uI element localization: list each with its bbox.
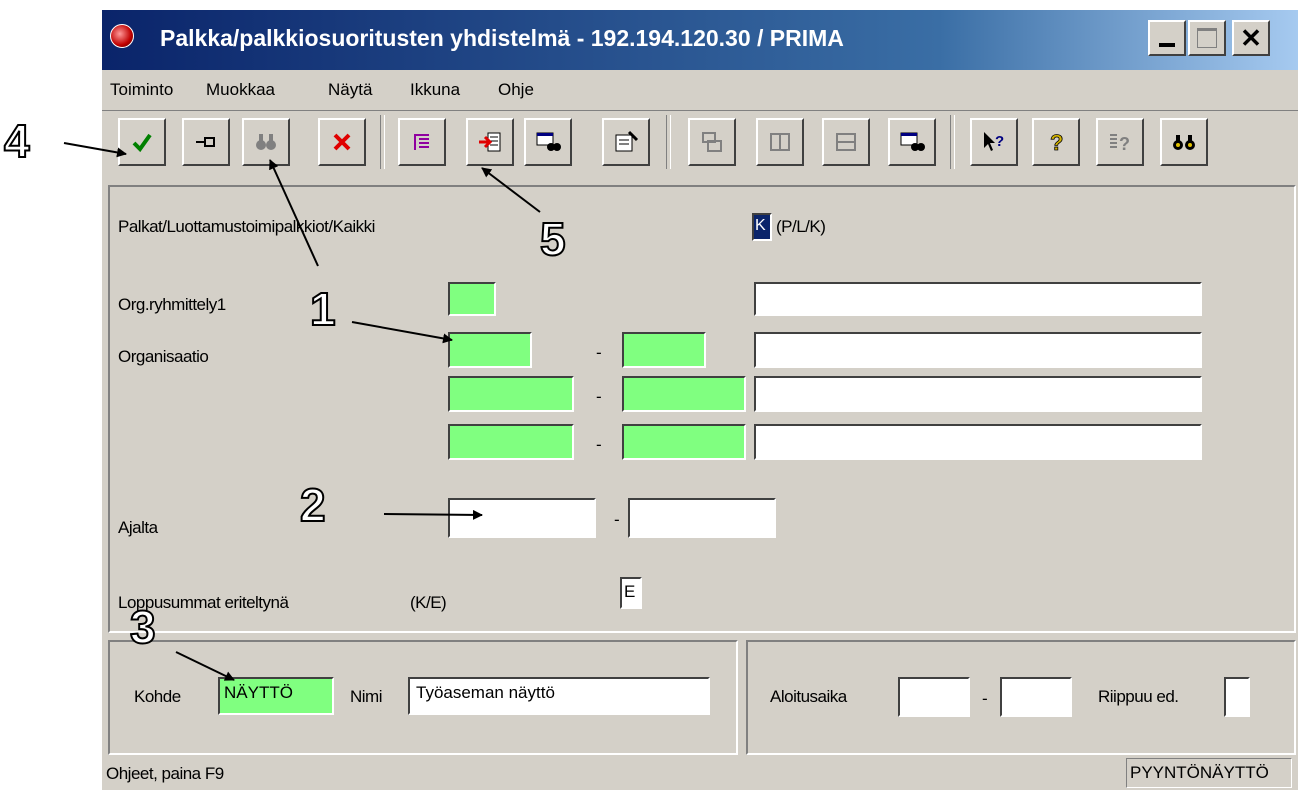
list-button[interactable] bbox=[398, 118, 446, 166]
menu-nayta[interactable]: Näytä bbox=[328, 80, 372, 100]
find-button[interactable] bbox=[1160, 118, 1208, 166]
tile-vertical-icon bbox=[770, 133, 790, 151]
svg-text:?: ? bbox=[995, 133, 1004, 150]
context-help-icon: ? bbox=[984, 132, 1004, 151]
ajalta-to[interactable] bbox=[628, 498, 776, 538]
window-find-button[interactable] bbox=[888, 118, 936, 166]
status-help-text: Ohjeet, paina F9 bbox=[106, 764, 224, 783]
cascade-button[interactable] bbox=[688, 118, 736, 166]
menu-bar: Toiminto Muokkaa Näytä Ikkuna Ohje bbox=[102, 72, 1298, 108]
help-index-icon: ? bbox=[1110, 134, 1130, 154]
organisaatio-name-2[interactable] bbox=[754, 376, 1202, 412]
range-dash: - bbox=[596, 387, 602, 406]
window-title: Palkka/palkkiosuoritusten yhdistelmä - 1… bbox=[160, 25, 844, 51]
accept-button[interactable] bbox=[118, 118, 166, 166]
organisaatio-name[interactable] bbox=[754, 332, 1202, 368]
organisaatio-from[interactable] bbox=[448, 332, 532, 368]
tile-vertical-button[interactable] bbox=[756, 118, 804, 166]
organisaatio-name-3[interactable] bbox=[754, 424, 1202, 460]
status-mode: PYYNTÖNÄYTTÖ bbox=[1126, 758, 1292, 788]
window-search-icon bbox=[536, 132, 561, 151]
palkat-field[interactable]: K bbox=[752, 213, 772, 241]
callout-5: 5 bbox=[539, 213, 567, 265]
kohde-label: Kohde bbox=[134, 687, 181, 706]
organisaatio-to-3[interactable] bbox=[622, 424, 746, 460]
riippuu-label: Riippuu ed. bbox=[1098, 687, 1179, 706]
org-ryhmittely-code[interactable] bbox=[448, 282, 496, 316]
svg-text:?: ? bbox=[1119, 134, 1130, 154]
organisaatio-label: Organisaatio bbox=[118, 347, 209, 366]
menu-ohje[interactable]: Ohje bbox=[498, 80, 534, 100]
help-icon: ? bbox=[1050, 130, 1064, 154]
aloitusaika-to[interactable] bbox=[1000, 677, 1072, 717]
aloitusaika-from[interactable] bbox=[898, 677, 970, 717]
svg-text:?: ? bbox=[1050, 130, 1063, 154]
find-icon bbox=[1173, 135, 1195, 150]
ajalta-label: Ajalta bbox=[118, 518, 158, 537]
minimize-icon bbox=[1159, 43, 1175, 47]
help-button[interactable]: ? bbox=[1032, 118, 1080, 166]
range-dash: - bbox=[614, 510, 620, 529]
callout-4: 4 bbox=[3, 115, 31, 167]
maximize-button[interactable] bbox=[1188, 20, 1226, 56]
help-index-button[interactable]: ? bbox=[1096, 118, 1144, 166]
nimi-label: Nimi bbox=[350, 687, 383, 706]
properties-icon bbox=[615, 130, 639, 152]
loppusummat-field[interactable]: E bbox=[620, 577, 642, 609]
callout-2: 2 bbox=[299, 479, 327, 531]
pin-button[interactable] bbox=[182, 118, 230, 166]
properties-button[interactable] bbox=[602, 118, 650, 166]
delete-button[interactable] bbox=[318, 118, 366, 166]
menu-ikkuna[interactable]: Ikkuna bbox=[410, 80, 460, 100]
organisaatio-from-3[interactable] bbox=[448, 424, 574, 460]
menu-toiminto[interactable]: Toiminto bbox=[110, 80, 173, 100]
org-ryhmittely-name[interactable] bbox=[754, 282, 1202, 316]
checkmark-icon bbox=[132, 133, 152, 153]
nimi-field[interactable]: Työaseman näyttö bbox=[408, 677, 710, 715]
aloitusaika-label: Aloitusaika bbox=[770, 687, 847, 706]
close-icon: ✕ bbox=[1240, 22, 1262, 53]
window-search-button[interactable] bbox=[524, 118, 572, 166]
cascade-icon bbox=[702, 132, 722, 152]
minimize-button[interactable] bbox=[1148, 20, 1186, 56]
status-bar: Ohjeet, paina F9 PYYNTÖNÄYTTÖ bbox=[102, 755, 1298, 790]
context-help-button[interactable]: ? bbox=[970, 118, 1018, 166]
callout-3: 3 bbox=[129, 601, 157, 653]
binoculars-icon bbox=[256, 134, 276, 150]
org-ryhmittely-label: Org.ryhmittely1 bbox=[118, 295, 226, 314]
toolbar-separator bbox=[950, 115, 955, 169]
toolbar-separator bbox=[666, 115, 671, 169]
delete-icon bbox=[333, 133, 351, 151]
ajalta-from[interactable] bbox=[448, 498, 596, 538]
tile-horizontal-button[interactable] bbox=[822, 118, 870, 166]
tile-horizontal-icon bbox=[836, 133, 856, 151]
palkat-hint: (P/L/K) bbox=[776, 217, 826, 236]
range-dash: - bbox=[596, 343, 602, 362]
app-window: Palkka/palkkiosuoritusten yhdistelmä - 1… bbox=[100, 10, 1298, 790]
toolbar: ? ? ? bbox=[102, 110, 1298, 183]
import-icon bbox=[479, 132, 501, 152]
import-button[interactable] bbox=[466, 118, 514, 166]
toolbar-separator bbox=[380, 115, 385, 169]
organisaatio-to-2[interactable] bbox=[622, 376, 746, 412]
organisaatio-from-2[interactable] bbox=[448, 376, 574, 412]
organisaatio-to[interactable] bbox=[622, 332, 706, 368]
loppusummat-hint: (K/E) bbox=[410, 593, 447, 612]
pin-icon bbox=[196, 137, 215, 147]
window-find-icon bbox=[900, 132, 925, 151]
range-dash: - bbox=[982, 689, 988, 708]
close-button[interactable]: ✕ bbox=[1232, 20, 1270, 56]
maximize-icon bbox=[1197, 28, 1217, 48]
riippuu-field[interactable] bbox=[1224, 677, 1250, 717]
list-icon bbox=[414, 134, 429, 150]
kohde-field[interactable]: NÄYTTÖ bbox=[218, 677, 334, 715]
app-icon[interactable] bbox=[110, 24, 134, 48]
title-bar[interactable]: Palkka/palkkiosuoritusten yhdistelmä - 1… bbox=[102, 10, 1298, 70]
palkat-label: Palkat/Luottamustoimipalkkiot/Kaikki bbox=[118, 217, 375, 236]
callout-1: 1 bbox=[309, 283, 337, 335]
menu-muokkaa[interactable]: Muokkaa bbox=[206, 80, 275, 100]
search-button[interactable] bbox=[242, 118, 290, 166]
range-dash: - bbox=[596, 435, 602, 454]
